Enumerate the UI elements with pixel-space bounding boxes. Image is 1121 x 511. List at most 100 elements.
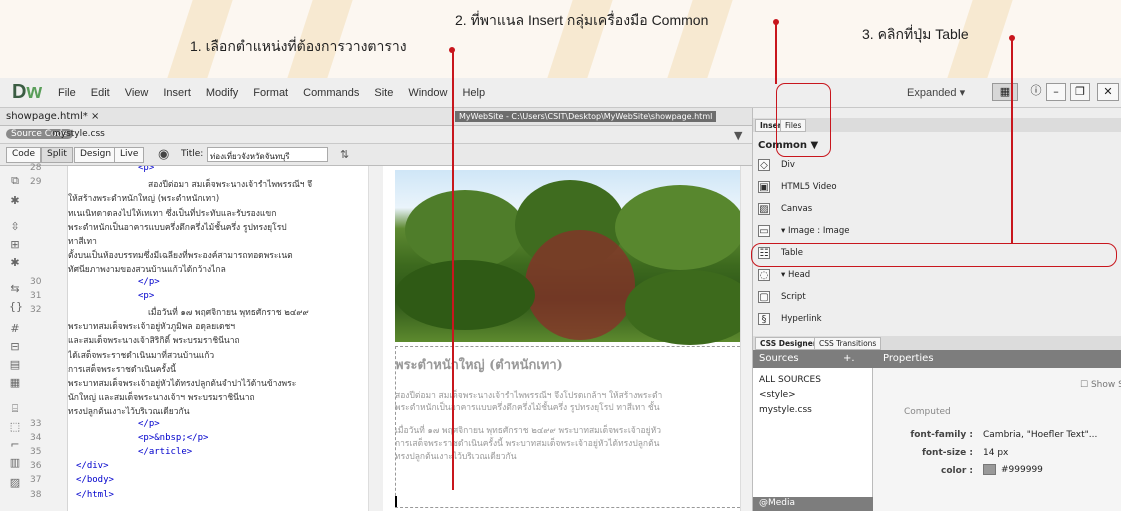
restore-button[interactable]: ❐ — [1070, 83, 1090, 101]
code-editor[interactable]: <p> สองปีต่อมา สมเด็จพระนางเจ้ารำไพพรรณีฯ… — [68, 166, 368, 511]
minimize-button[interactable]: – — [1046, 83, 1066, 101]
menu-view[interactable]: View — [125, 87, 149, 99]
design-view-button[interactable]: Design — [74, 147, 118, 163]
wrap-tag-icon[interactable]: ⊟ — [9, 340, 21, 353]
code-line[interactable]: </body> — [76, 475, 114, 485]
design-para1: พระตำหนักเป็นอาคารแบบครึ่งตึกครึ่งไม้ชั้… — [395, 403, 660, 413]
menu-edit[interactable]: Edit — [91, 87, 110, 99]
code-line[interactable]: </p> — [138, 277, 160, 287]
comment-icon[interactable]: # — [9, 322, 21, 335]
expand-all-icon[interactable]: ✱ — [9, 256, 21, 269]
add-source-icon[interactable]: +. — [843, 353, 855, 364]
show-set-checkbox[interactable]: ☐ Show S — [1080, 380, 1121, 390]
insert-item-script[interactable]: ▢ Script — [753, 287, 1121, 309]
document-tab[interactable]: showpage.html* × — [6, 111, 99, 122]
format-source-icon[interactable]: ⌐ — [9, 438, 21, 451]
code-line[interactable]: </article> — [138, 447, 192, 457]
outdent-icon[interactable]: ⌸ — [9, 402, 21, 416]
design-para2: ทรงปลูกต้นเงาะไว้บริเวณเดียวกัน — [395, 452, 517, 462]
design-scrollbar[interactable] — [740, 166, 752, 511]
menu-insert[interactable]: Insert — [163, 87, 191, 99]
format-icon[interactable]: ▤ — [9, 358, 21, 371]
code-line[interactable]: </p> — [138, 419, 160, 429]
insert-item-label: ▾ Image : Image — [781, 226, 850, 236]
code-line[interactable]: การเสด็จพระราชดำเนินครั้งนี้ — [68, 362, 176, 376]
apply-comment-icon[interactable]: ▥ — [9, 456, 21, 469]
insert-item-head[interactable]: ◌ ▾ Head — [753, 265, 1121, 287]
highlight-icon[interactable]: ▨ — [9, 476, 21, 489]
workspace-switcher[interactable]: Expanded ▾ — [907, 86, 965, 99]
close-button[interactable]: ✕ — [1097, 83, 1119, 101]
code-line[interactable]: พระบาทสมเด็จพระเจ้าอยู่หัวได้ทรงปลูกต้นจ… — [68, 376, 296, 390]
filter-icon[interactable]: ▼ — [734, 129, 742, 142]
code-line[interactable]: พระบาทสมเด็จพระเจ้าอยู่หัวภูมิพล อดุลยเด… — [68, 319, 235, 333]
source-item[interactable]: mystyle.css — [759, 405, 812, 415]
source-item[interactable]: ALL SOURCES — [759, 375, 821, 385]
expand-icon[interactable]: ⇳ — [9, 220, 21, 233]
code-line[interactable]: นักใหญ่ และสมเด็จพระนางเจ้าฯ พระบรมราชิน… — [68, 390, 255, 404]
select-tag-icon[interactable]: ⊞ — [9, 238, 21, 251]
tab-css-designer[interactable]: CSS Designer — [755, 337, 822, 350]
garden-photo — [395, 170, 740, 345]
code-line[interactable]: ตั้งบนเป็นห้องบรรทมซึ่งมีเฉลียงที่พระองค… — [68, 248, 293, 262]
code-scrollbar[interactable] — [368, 166, 380, 511]
syntax-error-icon[interactable]: ⇆ — [9, 282, 21, 295]
browser-preview-icon[interactable]: ◉ — [158, 147, 169, 162]
code-line[interactable]: ให้สร้างพระตำหนักใหญ่ (พระตำหนักเทา) — [68, 191, 219, 205]
color-swatch[interactable] — [983, 464, 996, 475]
insert-item-image[interactable]: ▭ ▾ Image : Image — [753, 221, 1121, 243]
split-view-button[interactable]: Split — [41, 147, 73, 163]
code-line[interactable]: <p> — [138, 291, 154, 301]
code-line[interactable]: ทเนเนิทดาดลงไปให้เทเทา ซึ่งเป็นที่ประทับ… — [68, 206, 276, 220]
close-icon[interactable]: × — [91, 111, 99, 122]
collapse-icon[interactable]: ✱ — [9, 194, 21, 207]
sync-icon[interactable]: ▦ — [992, 83, 1018, 101]
document-toolbar: Code Split Design Live ◉ Title: ท่องเที่… — [0, 144, 752, 166]
code-line[interactable]: สองปีต่อมา สมเด็จพระนางเจ้ารำไพพรรณีฯ จึ — [148, 177, 312, 191]
design-view[interactable]: พระตำหนักใหญ่ (ตำหนักเทา) สองปีต่อมา สมเ… — [383, 166, 740, 511]
open-documents-icon[interactable]: ⧉ — [9, 174, 21, 188]
line-number: 36 — [30, 461, 42, 472]
code-line[interactable]: </div> — [76, 461, 109, 471]
code-hint-icon[interactable]: {} — [9, 300, 23, 313]
code-view-button[interactable]: Code — [6, 147, 42, 163]
code-line[interactable]: ทาสีเทา — [68, 234, 97, 248]
code-line[interactable]: ทัศนียภาพงามของสวนบ้านแก้วได้กว้างไกล — [68, 262, 226, 276]
properties-header: Properties — [873, 350, 1121, 368]
tab-css-transitions[interactable]: CSS Transitions — [814, 337, 882, 350]
code-line[interactable]: </html> — [76, 490, 114, 500]
title-input[interactable]: ท่องเที่ยวจังหวัดจันทบุรี — [207, 147, 328, 162]
insert-item-div[interactable]: ◇ Div — [753, 155, 1121, 177]
menu-site[interactable]: Site — [374, 87, 393, 99]
line-number: 30 — [30, 276, 42, 287]
menu-file[interactable]: File — [58, 87, 76, 99]
snippet-icon[interactable]: ⬚ — [9, 420, 21, 433]
code-line[interactable]: ได้เสด็จพระราชดำเนินมาที่สวนบ้านแก้ว — [68, 348, 214, 362]
head-icon: ◌ — [758, 269, 770, 281]
related-file-css[interactable]: mystyle.css — [52, 129, 105, 139]
indent-icon[interactable]: ▦ — [9, 376, 21, 389]
file-management-icon[interactable]: ⇅ — [340, 148, 349, 161]
related-files-bar: Source Code mystyle.css ▼ — [0, 126, 752, 144]
menu-modify[interactable]: Modify — [206, 87, 238, 99]
info-icon[interactable]: ⓘ — [1028, 83, 1044, 101]
menu-help[interactable]: Help — [462, 87, 485, 99]
live-view-button[interactable]: Live — [114, 147, 145, 163]
insert-item-canvas[interactable]: ▨ Canvas — [753, 199, 1121, 221]
insert-item-label: Canvas — [781, 204, 813, 214]
code-line[interactable]: พระตำหนักเป็นอาคารแบบครึ่งตึกครึ่งไม้ชั้… — [68, 220, 287, 234]
menu-format[interactable]: Format — [253, 87, 288, 99]
code-line[interactable]: เมื่อวันที่ ๑๗ พฤศจิกายน พุทธศักราช ๒๔๙๙ — [148, 305, 309, 319]
menu-commands[interactable]: Commands — [303, 87, 359, 99]
menu-window[interactable]: Window — [408, 87, 447, 99]
insert-item-label: Hyperlink — [781, 314, 822, 324]
insert-item-video[interactable]: ▣ HTML5 Video — [753, 177, 1121, 199]
pointer-dot-1 — [449, 47, 455, 53]
media-header: @Media — [753, 497, 873, 511]
code-line[interactable]: <p>&nbsp;</p> — [138, 433, 208, 443]
source-item[interactable]: <style> — [759, 390, 796, 400]
code-line[interactable]: <p> — [138, 166, 154, 173]
insert-item-link[interactable]: § Hyperlink — [753, 309, 1121, 331]
code-line[interactable]: ทรงปลูกต้นเงาะไว้บริเวณเดียวกัน — [68, 404, 190, 418]
code-line[interactable]: และสมเด็จพระนางเจ้าสิริกิติ์ พระบรมราชิน… — [68, 333, 240, 347]
